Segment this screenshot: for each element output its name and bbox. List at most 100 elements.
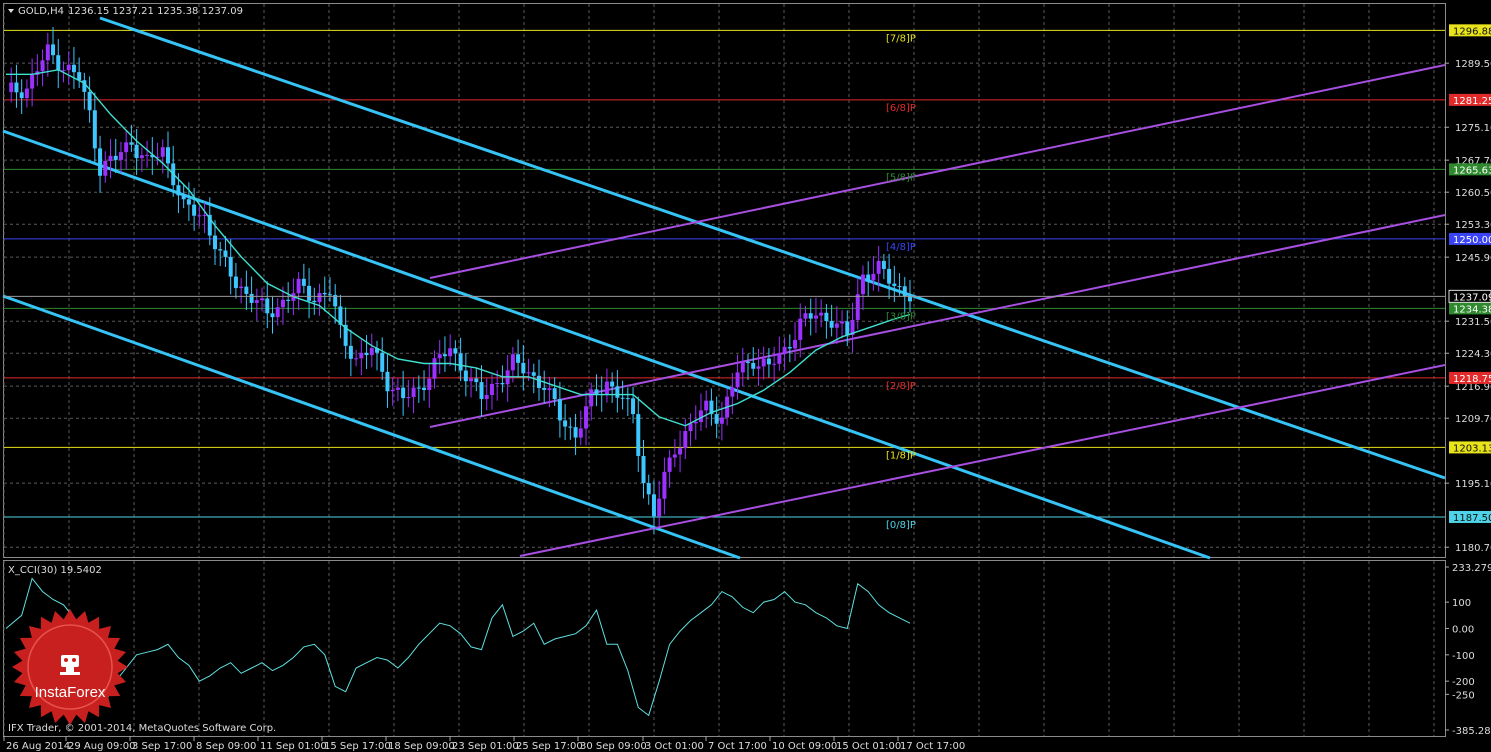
copyright-text: IFX Trader, © 2001-2014, MetaQuotes Soft… [8, 723, 276, 734]
candle-body [557, 399, 562, 421]
candle-body [463, 370, 468, 382]
candle-body [280, 299, 285, 308]
price-tick-label: 1231.50 [1455, 317, 1491, 328]
candle-body [442, 354, 447, 357]
candle-body [348, 345, 353, 359]
candle-body [254, 300, 259, 303]
murrey-price-tag-label: 1250.00 [1453, 235, 1491, 246]
candle-body [192, 204, 197, 216]
cci-tick-label: 233.2797 [1452, 563, 1491, 574]
candle-body [651, 494, 656, 517]
time-tick-label: 3 Oct 01:00 [645, 741, 704, 752]
candle-body [683, 431, 688, 449]
candle-body [662, 471, 667, 499]
candle-body [181, 195, 186, 200]
candle-body [871, 273, 876, 281]
candle-body [824, 312, 829, 321]
candle-body [521, 362, 526, 374]
candle-body [124, 142, 129, 153]
candle-body [312, 300, 317, 303]
candle-body [479, 382, 484, 399]
candle-body [453, 348, 458, 354]
candle-body [573, 427, 578, 438]
candle-body [761, 358, 766, 367]
candle-body [897, 286, 902, 288]
time-tick-label: 18 Sep 09:00 [388, 741, 455, 752]
candle-body [270, 313, 275, 318]
candle-body [416, 387, 421, 389]
candle-body [369, 348, 374, 356]
candle-body [860, 274, 865, 295]
candle-body [197, 215, 202, 217]
candle-body [667, 457, 672, 472]
candle-body [714, 414, 719, 424]
time-tick-label: 17 Oct 17:00 [900, 741, 965, 752]
candle-body [61, 70, 66, 72]
candle-body [218, 249, 223, 251]
candle-body [657, 498, 662, 517]
candle-body [45, 44, 50, 61]
price-tick-label: 1195.10 [1455, 479, 1491, 490]
candle-body [840, 321, 845, 324]
candle-body [672, 454, 677, 458]
candle-body [698, 410, 703, 422]
candle-body [902, 286, 907, 297]
candle-body [552, 388, 557, 400]
candle-body [186, 199, 191, 205]
candle-body [787, 347, 792, 349]
time-tick-label: 26 Aug 2014 [6, 741, 70, 752]
candle-body [139, 155, 144, 159]
candle-body [631, 398, 636, 415]
candle-body [678, 448, 683, 455]
candle-body [730, 387, 735, 397]
candle-body [892, 283, 897, 287]
candle-body [24, 88, 29, 99]
time-tick-label: 25 Sep 17:00 [516, 741, 583, 752]
time-tick-label: 23 Sep 01:00 [452, 741, 519, 752]
candle-body [829, 320, 834, 328]
candle-body [615, 386, 620, 398]
cci-tick-label: 0.00 [1452, 624, 1474, 635]
symbol-label: GOLD,H4 [18, 6, 64, 17]
candle-body [422, 387, 427, 391]
candle-body [385, 371, 390, 392]
current-price-label: 1237.09 [1453, 292, 1491, 303]
murrey-price-tag-label: 1265.63 [1453, 165, 1491, 176]
candle-body [98, 148, 103, 176]
candle-body [359, 352, 364, 359]
instaforex-logo: InstaForex [12, 609, 128, 725]
candle-body [584, 406, 589, 429]
time-tick-label: 30 Sep 09:00 [580, 741, 647, 752]
candle-body [484, 394, 489, 399]
candle-body [866, 274, 871, 281]
candle-body [719, 417, 724, 424]
candle-body [354, 358, 359, 360]
candle-body [87, 91, 92, 111]
murrey-price-tag-label: 1187.50 [1453, 513, 1491, 524]
candle-body [118, 152, 123, 160]
candle-body [145, 154, 150, 156]
price-tick-label: 1245.90 [1455, 253, 1491, 264]
candle-body [71, 64, 76, 73]
candle-body [547, 388, 552, 390]
candle-body [406, 396, 411, 399]
candle-body [77, 72, 82, 81]
cci-tick-label: -250 [1452, 690, 1475, 701]
candle-body [9, 82, 14, 93]
logo-text: InstaForex [35, 684, 106, 701]
candle-body [437, 354, 442, 359]
candle-body [56, 55, 61, 71]
candle-body [202, 214, 207, 216]
candle-body [855, 294, 860, 320]
candle-body [432, 358, 437, 379]
candle-body [536, 375, 541, 388]
ohlc-label: 1236.15 1237.21 1235.38 1237.09 [68, 6, 243, 17]
candle-body [782, 347, 787, 354]
time-tick-label: 3 Sep 17:00 [132, 741, 192, 752]
murrey-level-label: [4/8]P [886, 242, 916, 253]
candle-body [233, 276, 238, 289]
candle-body [129, 142, 134, 145]
candle-body [458, 353, 463, 371]
time-tick-label: 8 Sep 09:00 [196, 741, 256, 752]
candle-body [165, 147, 170, 164]
